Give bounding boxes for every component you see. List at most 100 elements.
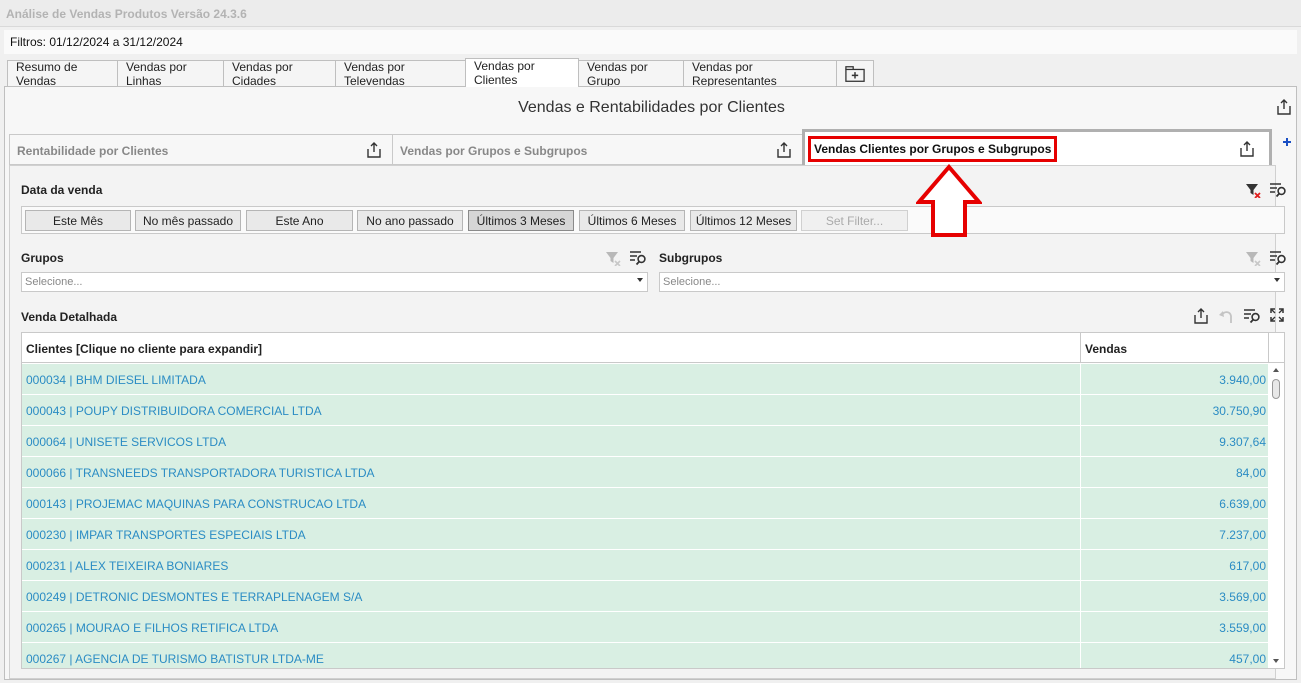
grupos-select[interactable]: Selecione... xyxy=(21,272,648,292)
button-label: No mês passado xyxy=(142,213,234,228)
add-subtab-button[interactable] xyxy=(1282,137,1292,147)
table-row[interactable]: 000249 | DETRONIC DESMONTES E TERRAPLENA… xyxy=(22,581,1268,612)
tab-resumo-de-vendas[interactable]: Resumo de Vendas xyxy=(7,60,118,88)
column-header-vendas[interactable]: Vendas xyxy=(1085,342,1127,356)
tab-vendas-por-clientes[interactable]: Vendas por Clientes xyxy=(465,58,579,87)
filter-search-icon xyxy=(1270,251,1286,266)
clear-filter-button[interactable] xyxy=(605,250,621,266)
cell-divider xyxy=(1080,395,1081,426)
scrollbar-thumb[interactable] xyxy=(1272,379,1280,399)
subtab-label: Rentabilidade por Clientes xyxy=(17,144,169,158)
client-cell[interactable]: 000231 | ALEX TEIXEIRA BONIARES xyxy=(26,559,228,573)
grid-vertical-scrollbar[interactable] xyxy=(1269,364,1284,668)
scroll-down-icon[interactable] xyxy=(1273,659,1279,663)
subtab-vendas-clientes-por-grupos-e-subgrupos[interactable]: Vendas Clientes por Grupos e Subgrupos xyxy=(802,129,1272,166)
cell-divider xyxy=(1080,550,1081,581)
filter-search-button[interactable] xyxy=(1269,250,1287,266)
export-subtab-button[interactable] xyxy=(1239,141,1255,157)
add-page-icon xyxy=(845,66,865,82)
table-row[interactable]: 000043 | POUPY DISTRIBUIDORA COMERCIAL L… xyxy=(22,395,1268,426)
grid-tools xyxy=(1193,308,1284,324)
subgrupos-select[interactable]: Selecione... xyxy=(659,272,1285,292)
filters-bar: Filtros: 01/12/2024 a 31/12/2024 xyxy=(4,30,1297,54)
sales-cell: 7.237,00 xyxy=(1219,528,1266,542)
add-tab-button[interactable] xyxy=(836,60,874,87)
export-subtab-button[interactable] xyxy=(366,142,382,158)
column-divider xyxy=(1080,333,1081,363)
table-row[interactable]: 000267 | AGENCIA DE TURISMO BATISTUR LTD… xyxy=(22,643,1268,668)
clear-filter-button[interactable] xyxy=(1245,250,1261,266)
tab-vendas-por-linhas[interactable]: Vendas por Linhas xyxy=(117,60,224,88)
client-cell[interactable]: 000249 | DETRONIC DESMONTES E TERRAPLENA… xyxy=(26,590,362,604)
date-button-este-mes[interactable]: Este Mês xyxy=(25,210,131,231)
subtab-label-highlighted: Vendas Clientes por Grupos e Subgrupos xyxy=(808,136,1058,162)
grupos-placeholder: Selecione... xyxy=(25,276,83,288)
export-dashboard-button[interactable] xyxy=(1276,99,1292,115)
subgrupos-placeholder: Selecione... xyxy=(663,276,721,288)
table-row[interactable]: 000066 | TRANSNEEDS TRANSPORTADORA TURIS… xyxy=(22,457,1268,488)
column-divider xyxy=(1268,333,1269,363)
table-row[interactable]: 000230 | IMPAR TRANSPORTES ESPECIAIS LTD… xyxy=(22,519,1268,550)
table-row[interactable]: 000143 | PROJEMAC MAQUINAS PARA CONSTRUC… xyxy=(22,488,1268,519)
sales-cell: 3.559,00 xyxy=(1219,621,1266,635)
date-button-ultimos-3-meses[interactable]: Últimos 3 Meses xyxy=(468,210,574,231)
column-header-clientes[interactable]: Clientes [Clique no cliente para expandi… xyxy=(26,342,262,356)
date-button-ultimos-6-meses[interactable]: Últimos 6 Meses xyxy=(579,210,685,231)
client-cell[interactable]: 000267 | AGENCIA DE TURISMO BATISTUR LTD… xyxy=(26,652,324,666)
tab-vendas-por-grupo[interactable]: Vendas por Grupo xyxy=(578,60,684,88)
client-cell[interactable]: 000230 | IMPAR TRANSPORTES ESPECIAIS LTD… xyxy=(26,528,306,542)
table-row[interactable]: 000231 | ALEX TEIXEIRA BONIARES 617,00 xyxy=(22,550,1268,581)
export-icon xyxy=(1194,308,1208,324)
filter-search-button[interactable] xyxy=(1243,308,1261,324)
client-cell[interactable]: 000066 | TRANSNEEDS TRANSPORTADORA TURIS… xyxy=(26,466,375,480)
subtab-rentabilidade-por-clientes[interactable]: Rentabilidade por Clientes xyxy=(9,134,393,165)
filter-search-icon xyxy=(630,251,646,266)
cell-divider xyxy=(1080,457,1081,488)
undo-icon xyxy=(1219,311,1232,323)
date-button-este-ano[interactable]: Este Ano xyxy=(246,210,353,231)
tab-vendas-por-cidades[interactable]: Vendas por Cidades xyxy=(223,60,336,88)
cell-divider xyxy=(1080,581,1081,612)
scroll-up-icon[interactable] xyxy=(1273,368,1279,372)
sales-cell: 3.940,00 xyxy=(1219,373,1266,387)
client-cell[interactable]: 000265 | MOURAO E FILHOS RETIFICA LTDA xyxy=(26,621,278,635)
export-icon xyxy=(367,142,381,158)
export-grid-button[interactable] xyxy=(1193,308,1209,324)
client-cell[interactable]: 000143 | PROJEMAC MAQUINAS PARA CONSTRUC… xyxy=(26,497,366,511)
table-row[interactable]: 000034 | BHM DIESEL LIMITADA 3.940,00 xyxy=(22,364,1268,395)
export-subtab-button[interactable] xyxy=(776,142,792,158)
date-filter-label: Data da venda xyxy=(21,183,103,197)
undo-button[interactable] xyxy=(1218,308,1234,324)
button-label: Este Ano xyxy=(275,213,324,228)
sales-cell: 617,00 xyxy=(1229,559,1266,573)
date-button-ano-passado[interactable]: No ano passado xyxy=(357,210,463,231)
chevron-down-icon xyxy=(637,278,643,282)
maximize-button[interactable] xyxy=(1270,308,1284,324)
tab-content: Data da venda Este Mês No mês passado Es… xyxy=(9,165,1286,679)
table-row[interactable]: 000265 | MOURAO E FILHOS RETIFICA LTDA 3.… xyxy=(22,612,1268,643)
clear-filter-button[interactable] xyxy=(1245,182,1261,198)
tab-vendas-por-televendas[interactable]: Vendas por Televendas xyxy=(335,60,466,88)
clear-filter-icon xyxy=(1246,184,1261,198)
date-filter-bar: Este Mês No mês passado Este Ano No ano … xyxy=(21,206,1285,234)
date-button-ultimos-12-meses[interactable]: Últimos 12 Meses xyxy=(690,210,797,231)
export-icon xyxy=(777,142,791,158)
subtab-vendas-por-grupos-e-subgrupos[interactable]: Vendas por Grupos e Subgrupos xyxy=(392,134,803,165)
client-cell[interactable]: 000043 | POUPY DISTRIBUIDORA COMERCIAL L… xyxy=(26,404,322,418)
set-filter-button[interactable]: Set Filter... xyxy=(801,210,908,231)
sales-grid: Clientes [Clique no cliente para expandi… xyxy=(21,332,1285,669)
table-row[interactable]: 000064 | UNISETE SERVICOS LTDA 9.307,64 xyxy=(22,426,1268,457)
maximize-icon xyxy=(1270,308,1284,322)
tab-vendas-por-representantes[interactable]: Vendas por Representantes xyxy=(683,60,837,88)
filter-search-button[interactable] xyxy=(1269,182,1287,198)
filters-text: Filtros: 01/12/2024 a 31/12/2024 xyxy=(10,35,183,49)
annotation-arrow-icon xyxy=(916,164,982,238)
tab-label: Vendas por Grupo xyxy=(587,60,648,88)
grupos-tools xyxy=(605,250,647,266)
export-icon xyxy=(1277,99,1291,115)
export-icon xyxy=(1240,141,1254,157)
client-cell[interactable]: 000034 | BHM DIESEL LIMITADA xyxy=(26,373,206,387)
filter-search-button[interactable] xyxy=(629,250,647,266)
date-button-mes-passado[interactable]: No mês passado xyxy=(135,210,241,231)
client-cell[interactable]: 000064 | UNISETE SERVICOS LTDA xyxy=(26,435,226,449)
